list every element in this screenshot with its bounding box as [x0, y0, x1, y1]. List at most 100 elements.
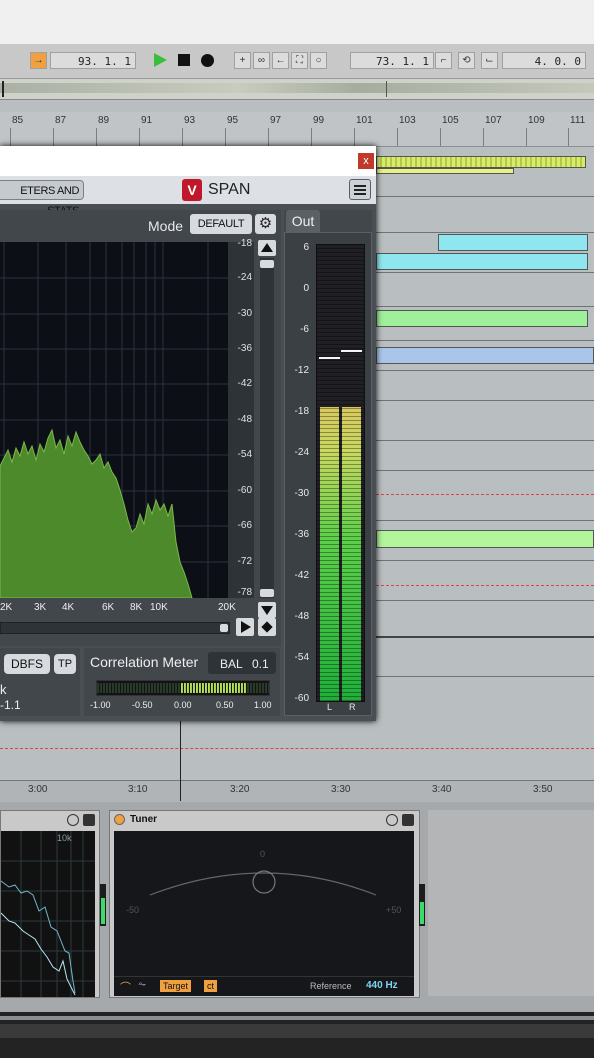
- back-icon[interactable]: ←: [272, 52, 289, 69]
- db-scale: -18 -24 -30 -36 -42 -48 -54 -60 -66 -72 …: [228, 238, 254, 598]
- out-scale-label: -36: [294, 529, 309, 540]
- time-ruler[interactable]: 3:00 3:10 3:20 3:30 3:40 3:50: [0, 721, 594, 803]
- bar-number: 87: [55, 115, 67, 126]
- db-label: -66: [237, 520, 252, 531]
- true-peak-button[interactable]: TP: [54, 654, 76, 674]
- tuner-device[interactable]: Tuner 0 -50 +50 ⌒ ⏦ Target ct Reference …: [109, 810, 420, 998]
- freq-label: 10K: [150, 602, 168, 613]
- device-power-icon[interactable]: [114, 814, 125, 825]
- out-scale-label: -60: [294, 693, 309, 704]
- clip-audio[interactable]: [438, 234, 588, 251]
- corr-scale-label: 0.50: [216, 700, 234, 710]
- hot-swap-icon[interactable]: [386, 814, 398, 826]
- hamburger-menu-icon[interactable]: [349, 179, 371, 200]
- tuner-display: 0 -50 +50: [114, 831, 414, 976]
- loop-icon[interactable]: ⟲: [458, 52, 475, 69]
- level-meter: [316, 244, 365, 702]
- bar-number: 89: [98, 115, 110, 126]
- song-position-field[interactable]: 93. 1. 1: [50, 52, 136, 69]
- add-icon[interactable]: +: [234, 52, 251, 69]
- bar-number: 111: [570, 115, 586, 126]
- target-button[interactable]: Target: [160, 980, 192, 992]
- punch-out-icon[interactable]: ⌙: [481, 52, 498, 69]
- play-icon[interactable]: [154, 53, 167, 67]
- spectrum-plot[interactable]: [0, 242, 228, 598]
- bar-number: 103: [399, 115, 416, 126]
- record-icon[interactable]: [201, 54, 214, 67]
- scroll-thumb[interactable]: [260, 589, 274, 597]
- bar-number: 85: [12, 115, 24, 126]
- db-label: -48: [237, 414, 252, 425]
- db-label: -72: [237, 556, 252, 567]
- clip-audio[interactable]: [376, 253, 588, 270]
- out-scale-label: -48: [294, 611, 309, 622]
- circle-icon[interactable]: ○: [310, 52, 327, 69]
- freq-label: 20K: [218, 602, 236, 613]
- spectrum-device[interactable]: 10k: [0, 810, 100, 998]
- plugin-titlebar[interactable]: x: [0, 146, 376, 176]
- stop-icon[interactable]: [178, 54, 190, 66]
- arrangement-overview[interactable]: [0, 79, 594, 100]
- vertical-scrollbar[interactable]: [257, 240, 279, 620]
- clip-audio[interactable]: [376, 347, 594, 364]
- gear-icon[interactable]: ⚙: [255, 214, 276, 234]
- corr-scale-label: -0.50: [132, 700, 153, 710]
- db-label: -78: [237, 587, 252, 598]
- bar-number: 93: [184, 115, 196, 126]
- bar-number: 101: [356, 115, 373, 126]
- span-plugin-window[interactable]: x ETERS AND STATS V SPAN Mode DEFAULT ⚙: [0, 146, 376, 721]
- bar-ruler[interactable]: 85 87 89 91 93 95 97 99 101 103 105 107 …: [0, 112, 594, 147]
- clip-audio[interactable]: [376, 310, 588, 327]
- save-icon[interactable]: [83, 814, 95, 826]
- dbfs-button[interactable]: DBFS: [4, 654, 50, 674]
- reference-value[interactable]: 440 Hz: [366, 980, 398, 991]
- corr-scale-label: 1.00: [254, 700, 272, 710]
- mode-dropdown[interactable]: DEFAULT: [190, 214, 252, 234]
- out-scale-label: -42: [294, 570, 309, 581]
- loop-length-field[interactable]: 4. 0. 0: [502, 52, 586, 69]
- bar-number: 91: [141, 115, 153, 126]
- device-meter: [419, 884, 425, 926]
- peak-marker-left: [319, 356, 340, 359]
- out-scale-label: -12: [294, 365, 309, 376]
- cents-button[interactable]: ct: [204, 980, 218, 992]
- clip-midi[interactable]: [376, 156, 586, 168]
- out-scale-label: -30: [294, 488, 309, 499]
- status-bar: [0, 1012, 594, 1058]
- db-label: -60: [237, 485, 252, 496]
- stat-value: -1.1: [0, 698, 21, 712]
- meters-and-stats-tab[interactable]: ETERS AND STATS: [0, 180, 84, 217]
- capture-icon[interactable]: ⛶: [291, 52, 308, 69]
- channel-right-label: R: [349, 702, 356, 712]
- freq-label: 3K: [34, 602, 47, 613]
- scroll-thumb[interactable]: [220, 624, 228, 632]
- curve-icon[interactable]: ⌒: [120, 979, 131, 995]
- corr-scale-label: -1.00: [90, 700, 111, 710]
- clip-audio[interactable]: [376, 530, 594, 548]
- link-icon[interactable]: ∞: [253, 52, 270, 69]
- freq-label: 4K: [62, 602, 75, 613]
- scroll-down-icon[interactable]: [258, 602, 276, 618]
- hot-swap-icon[interactable]: [67, 814, 79, 826]
- out-scale-label: 6: [303, 242, 309, 253]
- freq-label: 2K: [0, 602, 13, 613]
- play-icon[interactable]: [236, 618, 254, 636]
- save-icon[interactable]: [402, 814, 414, 826]
- waveform-icon[interactable]: ⏦: [138, 979, 146, 990]
- loop-start-field[interactable]: 73. 1. 1: [350, 52, 434, 69]
- follow-icon[interactable]: →: [30, 52, 47, 69]
- scroll-up-icon[interactable]: [258, 240, 276, 256]
- horizontal-scrollbar[interactable]: [0, 622, 230, 634]
- bar-number: 105: [442, 115, 459, 126]
- scroll-thumb[interactable]: [260, 260, 274, 268]
- time-label: 3:20: [230, 784, 250, 795]
- diamond-icon[interactable]: [258, 618, 276, 636]
- punch-in-icon[interactable]: ⌐: [435, 52, 452, 69]
- plugin-title: SPAN: [208, 181, 251, 198]
- correlation-meter-label: Correlation Meter: [90, 654, 199, 670]
- db-label: -36: [237, 343, 252, 354]
- balance-label: BAL: [220, 657, 243, 671]
- clip-automation[interactable]: [376, 168, 514, 174]
- device-meter: [100, 884, 106, 926]
- close-icon[interactable]: x: [358, 153, 374, 169]
